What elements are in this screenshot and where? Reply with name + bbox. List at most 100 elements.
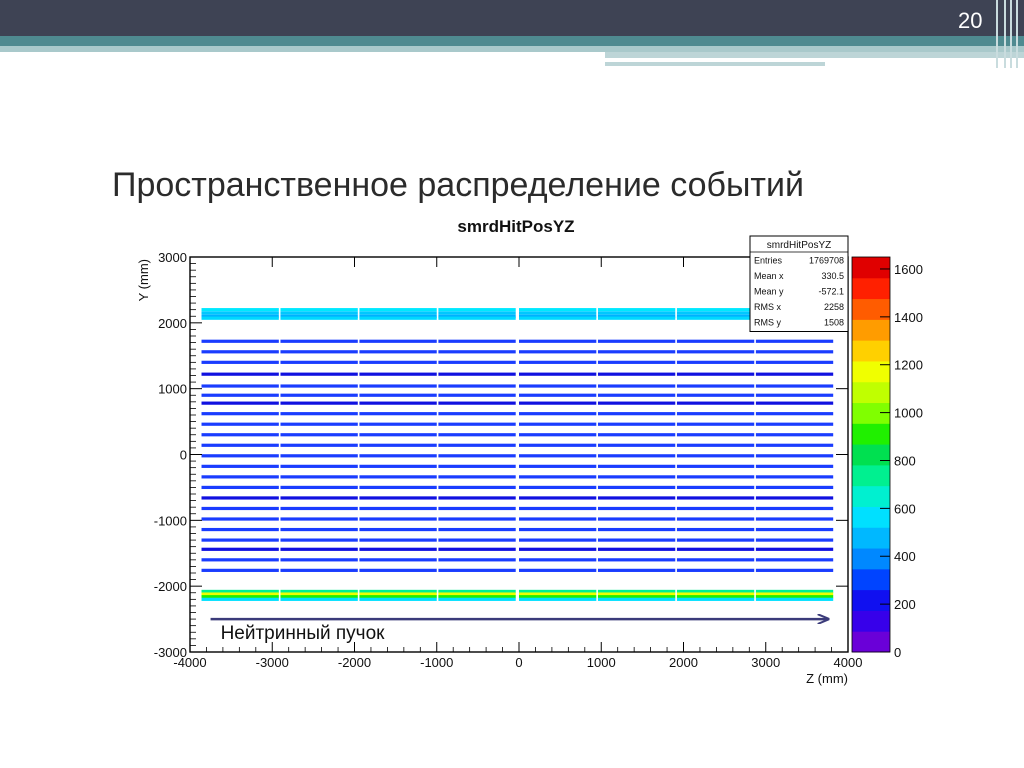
data-strip [676, 568, 755, 572]
data-strip [201, 475, 279, 479]
data-strip [438, 506, 516, 511]
data-strip [676, 454, 755, 458]
data-strip [280, 360, 358, 364]
colorbar-band [852, 568, 890, 591]
data-strip [676, 547, 755, 551]
stats-label: Entries [754, 256, 783, 266]
data-strip [359, 308, 437, 312]
data-strip [280, 527, 358, 532]
data-strip [519, 568, 597, 572]
data-strip [201, 558, 279, 562]
data-strip [359, 597, 437, 601]
colorbar-tick-label: 200 [894, 597, 916, 612]
data-strip [755, 496, 834, 500]
stats-label: Mean y [754, 287, 784, 297]
colorbar-tick-label: 1600 [894, 262, 923, 277]
colorbar-tick-label: 800 [894, 453, 916, 468]
data-strip [438, 360, 516, 364]
data-strip [438, 422, 516, 426]
data-strip [676, 422, 755, 426]
data-strip [676, 475, 755, 479]
data-strip [438, 339, 516, 343]
colorbar-band [852, 340, 890, 362]
stats-value: 1769708 [809, 256, 844, 266]
data-strip [676, 360, 755, 364]
data-strip [597, 401, 676, 405]
data-strip [201, 443, 279, 447]
data-strip [597, 350, 676, 354]
data-strip [280, 316, 358, 320]
colorbar-band [852, 464, 890, 487]
data-strip [201, 422, 279, 426]
x-tick-label: -1000 [420, 655, 453, 670]
x-tick-label: 4000 [834, 655, 863, 670]
data-strip [201, 339, 279, 343]
data-strip [201, 485, 279, 490]
data-strip [519, 558, 597, 562]
data-strip [201, 401, 279, 405]
colorbar-band [852, 527, 890, 549]
data-strip [597, 475, 676, 479]
data-strip [755, 384, 834, 388]
slide-number: 20 [958, 8, 983, 33]
data-strip [755, 568, 834, 572]
stats-value: 2258 [824, 302, 844, 312]
data-strip [676, 311, 755, 315]
data-strip [755, 547, 834, 551]
colorbar-band [852, 423, 890, 445]
y-tick-label: 3000 [158, 250, 187, 265]
data-strip [597, 517, 676, 521]
y-tick-label: 2000 [158, 316, 187, 331]
data-strip [519, 350, 597, 354]
data-strip [359, 454, 437, 458]
data-strip [519, 339, 597, 343]
chart-title: smrdHitPosYZ [457, 217, 574, 236]
colorbar-tick-label: 400 [894, 549, 916, 564]
data-strip [519, 454, 597, 458]
data-strip [280, 308, 358, 312]
data-strip [597, 311, 676, 315]
data-strip [755, 433, 834, 437]
data-strip [597, 597, 676, 601]
data-strip [280, 568, 358, 572]
top-bar [0, 0, 1024, 36]
data-strip [519, 597, 597, 601]
data-strip [359, 517, 437, 521]
data-strip [755, 372, 834, 376]
data-strip [519, 422, 597, 426]
data-strip [280, 517, 358, 521]
data-strip [438, 558, 516, 562]
data-strip [676, 372, 755, 376]
data-strip [359, 547, 437, 551]
data-strip [201, 350, 279, 354]
data-strip [201, 547, 279, 551]
data-strip [597, 443, 676, 447]
colorbar-tick-label: 1400 [894, 310, 923, 325]
colorbar-band [852, 610, 890, 632]
colorbar-band [852, 402, 890, 424]
colorbar-tick-label: 0 [894, 645, 901, 660]
data-strip [359, 558, 437, 562]
data-strip [676, 538, 755, 542]
data-strip [201, 311, 279, 315]
data-strip [201, 372, 279, 376]
data-strip [438, 433, 516, 437]
data-strip [438, 350, 516, 354]
y-tick-label: -3000 [154, 645, 187, 660]
data-strip [359, 401, 437, 405]
data-strip [359, 372, 437, 376]
x-tick-label: 3000 [751, 655, 780, 670]
data-strip [519, 496, 597, 500]
data-strip [755, 558, 834, 562]
data-strip [519, 538, 597, 542]
data-strip [201, 433, 279, 437]
data-strip [280, 496, 358, 500]
data-strip [519, 372, 597, 376]
data-strip [597, 547, 676, 551]
annotation: Нейтринный пучок [210, 619, 828, 644]
data-strip [438, 316, 516, 320]
data-strip [359, 412, 437, 416]
data-strip [597, 485, 676, 490]
data-strip [201, 506, 279, 511]
data-strip [519, 412, 597, 416]
